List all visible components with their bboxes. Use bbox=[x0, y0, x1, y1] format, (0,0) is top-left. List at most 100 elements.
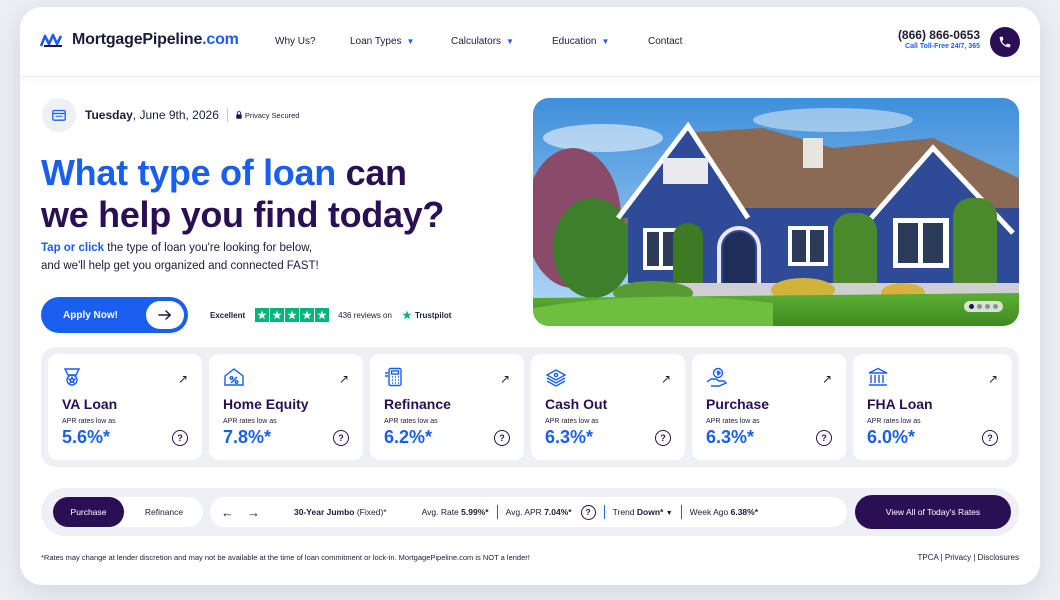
loan-apr-label: APR rates low as bbox=[62, 418, 116, 425]
help-icon[interactable]: ? bbox=[333, 430, 349, 446]
loan-name: Home Equity bbox=[223, 396, 309, 412]
help-icon[interactable]: ? bbox=[982, 430, 998, 446]
date-rest: , June 9th, 2026 bbox=[132, 108, 219, 122]
subtitle-rest: the type of loan you're looking for belo… bbox=[104, 242, 313, 254]
arrow-up-right-icon: ↗ bbox=[499, 372, 510, 386]
star-icon bbox=[285, 308, 300, 322]
loan-name: VA Loan bbox=[62, 396, 118, 412]
loan-tile-home-equity[interactable]: ↗ Home Equity APR rates low as 7.8%* ? bbox=[209, 354, 363, 460]
bank-icon bbox=[868, 367, 888, 386]
loan-rate: 6.0%* bbox=[867, 427, 916, 447]
view-all-rates-button[interactable]: View All of Today's Rates bbox=[855, 495, 1011, 529]
tab-refinance[interactable]: Refinance bbox=[128, 497, 200, 527]
carousel-dot[interactable] bbox=[985, 304, 990, 309]
loan-tile-purchase[interactable]: ↗ Purchase APR rates low as 6.3%* ? bbox=[692, 354, 846, 460]
rates-disclaimer: *Rates may change at lender discretion a… bbox=[41, 553, 530, 562]
rates-bar: Purchase Refinance ← → 30-Year Jumbo (Fi… bbox=[41, 488, 1019, 536]
loan-tile-va[interactable]: ↗ VA Loan APR rates low as 5.6%* ? bbox=[48, 354, 202, 460]
logo-tld: .com bbox=[202, 31, 239, 48]
nav-why-us-label: Why Us? bbox=[275, 36, 316, 47]
trust-rating-label: Excellent bbox=[210, 310, 246, 320]
divider bbox=[680, 505, 682, 519]
loan-tile-cash-out[interactable]: ↗ Cash Out APR rates low as 6.3%* ? bbox=[531, 354, 685, 460]
help-icon[interactable]: ? bbox=[655, 430, 671, 446]
loan-tile-fha[interactable]: ↗ FHA Loan APR rates low as 6.0%* ? bbox=[853, 354, 1012, 460]
caret-down-icon: ▼ bbox=[665, 510, 673, 517]
rate-product-suffix: (Fixed)* bbox=[354, 507, 387, 517]
calendar-icon bbox=[42, 98, 76, 132]
subtitle-line-1: Tap or click the type of loan you're loo… bbox=[41, 239, 319, 257]
help-icon[interactable]: ? bbox=[580, 504, 596, 520]
week-ago-value: 6.38%* bbox=[730, 507, 759, 517]
help-icon[interactable]: ? bbox=[816, 430, 832, 446]
arrow-up-right-icon: ↗ bbox=[660, 372, 671, 386]
logo-icon bbox=[40, 33, 63, 47]
nav-education[interactable]: Education ▼ bbox=[552, 36, 648, 47]
rate-ticker: ← → 30-Year Jumbo (Fixed)* Avg. Rate 5.9… bbox=[210, 497, 847, 527]
apply-now-label: Apply Now! bbox=[63, 309, 118, 321]
chevron-down-icon: ▼ bbox=[406, 37, 415, 46]
help-icon[interactable]: ? bbox=[494, 430, 510, 446]
trustpilot-rating[interactable]: Excellent 436 reviews on Trustpilot bbox=[210, 308, 451, 322]
avg-apr: Avg. APR 7.04%* bbox=[506, 507, 572, 517]
loan-tile-refinance[interactable]: ↗ Refinance APR rates low as 6.2%* ? bbox=[370, 354, 524, 460]
carousel-dot[interactable] bbox=[977, 304, 982, 309]
avg-rate-value: 5.99%* bbox=[461, 507, 489, 517]
star-icon bbox=[300, 308, 315, 322]
loan-apr-label: APR rates low as bbox=[706, 418, 760, 425]
carousel-dot[interactable] bbox=[993, 304, 998, 309]
loan-rate: 5.6%* bbox=[62, 427, 111, 447]
phone-block[interactable]: (866) 866-0653 Call Toll-Free 24/7, 365 bbox=[898, 28, 980, 50]
hero-house-image bbox=[533, 98, 1019, 326]
apply-now-button[interactable]: Apply Now! bbox=[41, 297, 188, 333]
phone-subtext: Call Toll-Free 24/7, 365 bbox=[905, 43, 980, 50]
trustpilot-star-icon bbox=[402, 310, 412, 320]
tab-purchase[interactable]: Purchase bbox=[53, 497, 124, 527]
logo-brand: MortgagePipeline bbox=[72, 31, 203, 48]
loan-name: Purchase bbox=[706, 396, 770, 412]
help-icon[interactable]: ? bbox=[172, 430, 188, 446]
arrow-right-icon bbox=[146, 301, 184, 329]
house-percent-icon bbox=[224, 368, 244, 386]
arrow-up-right-icon: ↗ bbox=[821, 372, 832, 386]
nav-education-label: Education bbox=[552, 36, 597, 47]
rate-product: 30-Year Jumbo (Fixed)* bbox=[294, 507, 387, 517]
trustpilot-logo: Trustpilot bbox=[402, 310, 451, 320]
page-title: What type of loan can we help you find t… bbox=[41, 152, 444, 236]
loan-apr-label: APR rates low as bbox=[545, 418, 599, 425]
privacy-label: Privacy Secured bbox=[244, 110, 300, 120]
chevron-down-icon: ▼ bbox=[506, 37, 514, 46]
carousel-dots[interactable] bbox=[964, 301, 1003, 312]
nav-loan-types[interactable]: Loan Types ▼ bbox=[350, 36, 451, 47]
chevron-down-icon: ▼ bbox=[601, 37, 610, 46]
nav-calculators[interactable]: Calculators ▼ bbox=[451, 36, 552, 47]
phone-icon bbox=[999, 36, 1011, 48]
trust-reviews: 436 reviews on bbox=[338, 310, 392, 320]
phone-number[interactable]: (866) 866-0653 bbox=[898, 28, 980, 42]
logo-text: MortgagePipeline.com bbox=[72, 31, 239, 49]
week-ago: Week Ago 6.38%* bbox=[690, 507, 758, 517]
headline-blue: What type of loan bbox=[41, 152, 336, 193]
house-photo bbox=[533, 98, 1019, 326]
star-icon bbox=[315, 308, 330, 322]
nav-contact[interactable]: Contact bbox=[648, 36, 682, 47]
page-card: MortgagePipeline.com Why Us? Loan Types ▼… bbox=[20, 7, 1040, 585]
nav-why-us[interactable]: Why Us? bbox=[275, 36, 350, 47]
loan-name: Cash Out bbox=[545, 396, 608, 412]
logo[interactable]: MortgagePipeline.com bbox=[40, 31, 239, 49]
arrow-right-icon[interactable]: → bbox=[247, 505, 260, 520]
loan-rate: 6.2%* bbox=[384, 427, 433, 447]
rate-product-name: 30-Year Jumbo bbox=[294, 507, 355, 517]
loan-name: FHA Loan bbox=[867, 396, 933, 412]
divider bbox=[226, 108, 228, 122]
footer-links[interactable]: TPCA | Privacy | Disclosures bbox=[917, 553, 1019, 562]
carousel-dot[interactable] bbox=[969, 304, 974, 309]
rate-type-toggle: Purchase Refinance bbox=[53, 497, 203, 527]
main-nav: Why Us? Loan Types ▼ Calculators ▼ Educati… bbox=[275, 36, 682, 47]
loan-rate: 6.3%* bbox=[706, 427, 755, 447]
subtitle-line-2: and we'll help get you organized and con… bbox=[41, 260, 319, 272]
subtitle-accent: Tap or click bbox=[41, 242, 105, 254]
arrow-left-icon[interactable]: ← bbox=[221, 505, 234, 520]
privacy-badge: Privacy Secured bbox=[236, 110, 300, 120]
phone-call-button[interactable] bbox=[990, 27, 1020, 57]
